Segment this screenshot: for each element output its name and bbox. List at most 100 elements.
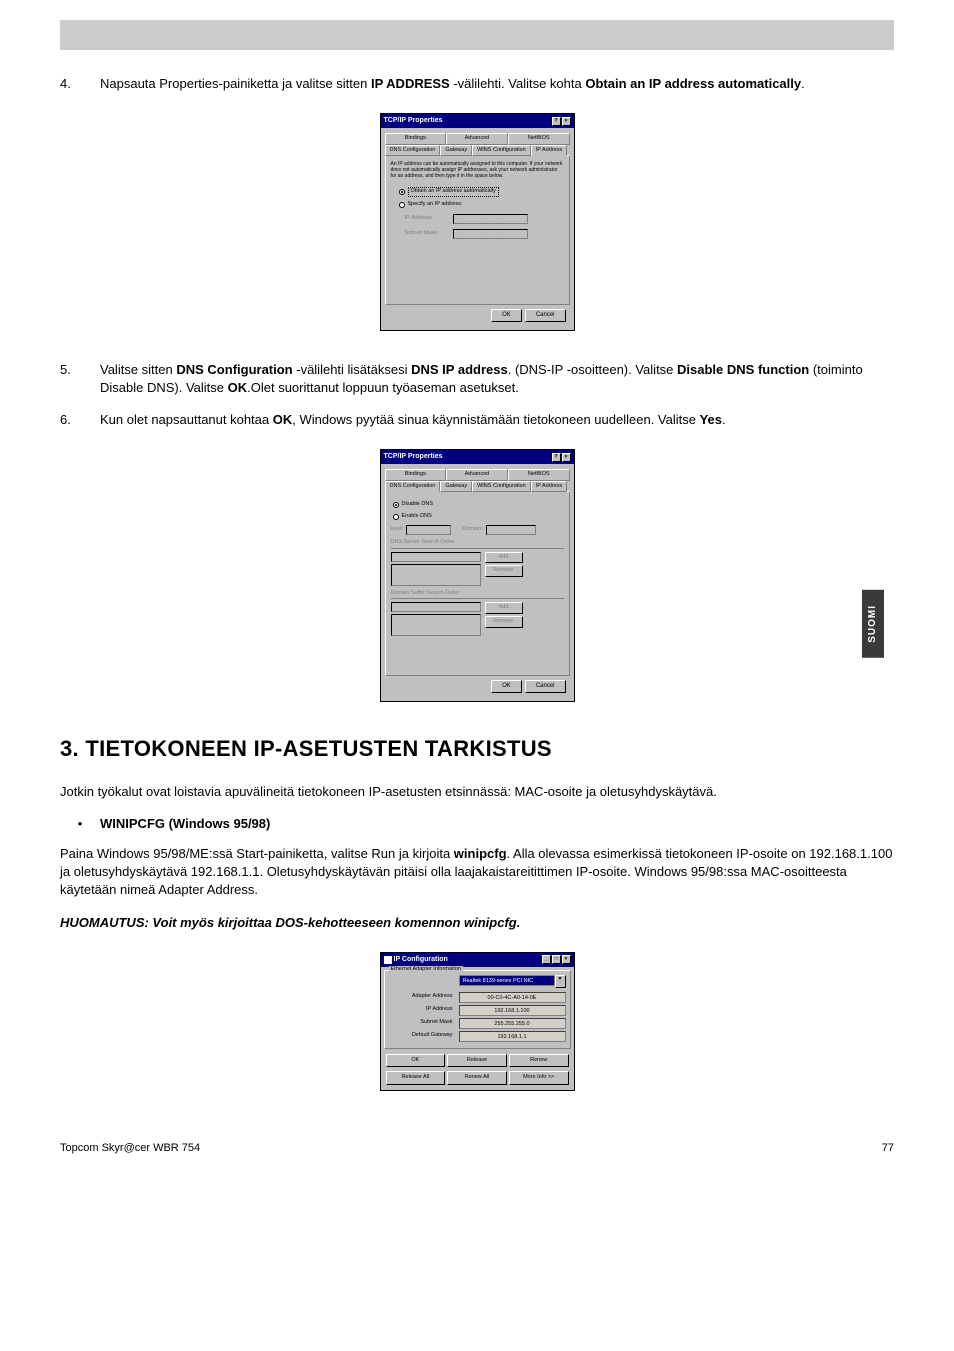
domain-label: Domain: <box>462 526 482 534</box>
radio-label: Disable DNS <box>402 501 433 509</box>
section-3-intro: Jotkin työkalut ovat loistavia apuväline… <box>60 783 894 801</box>
radio-specify-ip[interactable]: Specify an IP address: <box>399 201 564 209</box>
subnet-mask-label: Subnet Mask <box>389 1019 459 1027</box>
suffix-listbox <box>391 614 481 636</box>
text: Napsauta Properties-painiketta ja valits… <box>100 76 371 91</box>
radio-enable-dns[interactable]: Enable DNS <box>393 513 564 521</box>
radio-label: Obtain an IP address automatically <box>408 187 499 197</box>
footer-left: Topcom Skyr@cer WBR 754 <box>60 1141 200 1156</box>
tcpip-properties-dialog-2: TCP/IP Properties ? × Bindings Advanced … <box>380 449 575 702</box>
more-info-button[interactable]: More Info >> <box>509 1071 569 1085</box>
release-button[interactable]: Release <box>447 1054 507 1068</box>
language-side-tab: SUOMI <box>862 590 884 658</box>
add-button[interactable]: Add <box>485 602 523 614</box>
step-text: Napsauta Properties-painiketta ja valits… <box>100 75 894 93</box>
ip-address-label: IP Address: <box>405 215 447 223</box>
tab-wins-config[interactable]: WINS Configuration <box>472 481 531 493</box>
release-all-button[interactable]: Release All <box>386 1071 446 1085</box>
tab-dns-config[interactable]: DNS Configuration <box>385 145 441 157</box>
dns-ip-field: ... <box>391 552 481 562</box>
radio-label: Enable DNS <box>402 513 432 521</box>
tab-bindings[interactable]: Bindings <box>385 469 447 481</box>
radio-obtain-auto[interactable]: Obtain an IP address automatically <box>399 187 564 197</box>
dialog-titlebar: TCP/IP Properties ? × <box>381 114 574 128</box>
step-text: Valitse sitten DNS Configuration -välile… <box>100 361 894 397</box>
bold: DNS Configuration <box>176 362 292 377</box>
text: . <box>801 76 805 91</box>
maximize-button[interactable]: □ <box>552 955 561 964</box>
tab-gateway[interactable]: Gateway <box>440 481 472 493</box>
top-grey-bar <box>60 20 894 50</box>
text: . (DNS-IP -osoitteen). Valitse <box>508 362 677 377</box>
dialog-title: TCP/IP Properties <box>384 452 443 462</box>
step-number: 5. <box>60 361 100 397</box>
step-number: 4. <box>60 75 100 93</box>
dialog-title: TCP/IP Properties <box>384 116 443 126</box>
ip-address-label: IP Address <box>389 1006 459 1014</box>
dialog-titlebar: TCP/IP Properties ? × <box>381 450 574 464</box>
step-6: 6. Kun olet napsauttanut kohtaa OK, Wind… <box>60 411 894 429</box>
ok-button[interactable]: OK <box>491 680 522 692</box>
cancel-button[interactable]: Cancel <box>525 309 566 321</box>
adapter-dropdown[interactable]: Realtek 8139-series PCI NIC ▼ <box>459 975 566 988</box>
subnet-mask-value: 255.255.255.0 <box>459 1018 566 1029</box>
radio-icon <box>399 202 405 208</box>
dropdown-value: Realtek 8139-series PCI NIC <box>459 975 555 986</box>
help-button[interactable]: ? <box>552 453 561 462</box>
bold: Disable DNS function <box>677 362 809 377</box>
host-label: Host: <box>391 526 404 534</box>
renew-button[interactable]: Renew <box>509 1054 569 1068</box>
tab-netbios[interactable]: NetBIOS <box>508 469 570 481</box>
tcpip-properties-dialog-1: TCP/IP Properties ? × Bindings Advanced … <box>380 113 575 331</box>
radio-icon <box>393 502 399 508</box>
tab-netbios[interactable]: NetBIOS <box>508 133 570 145</box>
ip-address-value: 192.168.1.100 <box>459 1005 566 1016</box>
remove-button[interactable]: Remove <box>485 616 523 628</box>
text: Paina Windows 95/98/ME:ssä Start-painike… <box>60 846 454 861</box>
default-gateway-value: 192.168.1.1 <box>459 1031 566 1042</box>
bold: OK <box>228 380 248 395</box>
minimize-button[interactable]: _ <box>542 955 551 964</box>
close-button[interactable]: × <box>562 453 571 462</box>
add-button[interactable]: Add <box>485 552 523 564</box>
text: .Olet suorittanut loppuun työaseman aset… <box>247 380 519 395</box>
panel-description: An IP address can be automatically assig… <box>391 161 564 179</box>
radio-icon <box>399 189 405 195</box>
step-text: Kun olet napsauttanut kohtaa OK, Windows… <box>100 411 894 429</box>
cancel-button[interactable]: Cancel <box>525 680 566 692</box>
subnet-mask-field: ... <box>453 229 528 239</box>
tab-advanced[interactable]: Advanced <box>446 133 508 145</box>
bold: OK <box>273 412 293 427</box>
page-footer: Topcom Skyr@cer WBR 754 77 <box>60 1141 894 1156</box>
ok-button[interactable]: OK <box>491 309 522 321</box>
bullet-label: WINIPCFG (Windows 95/98) <box>100 816 270 831</box>
tab-bindings[interactable]: Bindings <box>385 133 447 145</box>
radio-label: Specify an IP address: <box>408 201 463 209</box>
close-button[interactable]: × <box>562 955 571 964</box>
dns-search-order-label: DNS Server Search Order <box>391 539 564 547</box>
step-4: 4. Napsauta Properties-painiketta ja val… <box>60 75 894 93</box>
tab-advanced[interactable]: Advanced <box>446 469 508 481</box>
radio-disable-dns[interactable]: Disable DNS <box>393 501 564 509</box>
tab-wins-config[interactable]: WINS Configuration <box>472 145 531 157</box>
tab-ip-address[interactable]: IP Address <box>531 481 568 493</box>
text: -välilehti lisätäksesi <box>293 362 412 377</box>
tab-gateway[interactable]: Gateway <box>440 145 472 157</box>
ok-button[interactable]: OK <box>386 1054 446 1068</box>
suffix-field <box>391 602 481 612</box>
bold: Obtain an IP address automatically <box>585 76 801 91</box>
renew-all-button[interactable]: Renew All <box>447 1071 507 1085</box>
step-5: 5. Valitse sitten DNS Configuration -väl… <box>60 361 894 397</box>
radio-icon <box>393 514 399 520</box>
close-button[interactable]: × <box>562 117 571 126</box>
text: . <box>722 412 726 427</box>
remove-button[interactable]: Remove <box>485 565 523 577</box>
ip-address-field: ... <box>453 214 528 224</box>
default-gateway-label: Default Gateway <box>389 1032 459 1040</box>
tab-dns-config[interactable]: DNS Configuration <box>385 481 441 493</box>
group-label: Ethernet Adapter Information <box>389 966 463 974</box>
help-button[interactable]: ? <box>552 117 561 126</box>
tab-ip-address[interactable]: IP Address <box>531 145 568 157</box>
section-3-heading: 3. TIETOKONEEN IP-ASETUSTEN TARKISTUS <box>60 734 894 765</box>
dialog-title: IP Configuration <box>394 955 448 965</box>
